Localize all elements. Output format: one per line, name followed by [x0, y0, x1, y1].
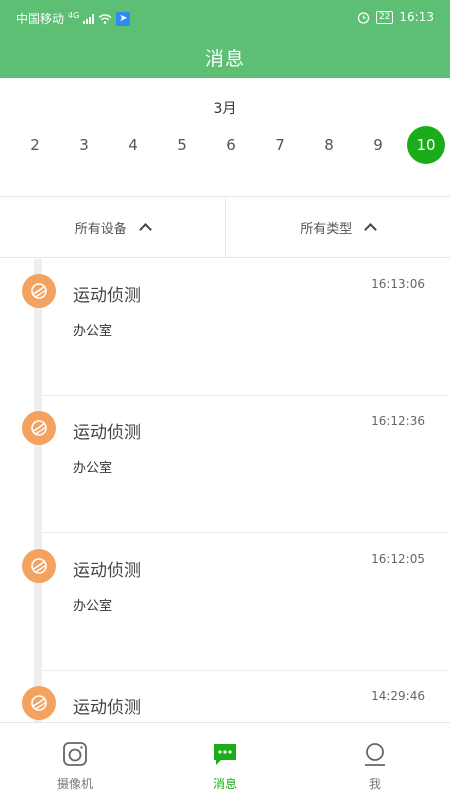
chevron-up-icon [364, 223, 378, 236]
day-7[interactable]: 7 [261, 126, 299, 164]
message-card[interactable]: 运动侦测 16:12:36 办公室 [42, 396, 449, 533]
nav-label-camera: 摄像机 [56, 777, 93, 791]
battery-icon: 22 [375, 10, 394, 24]
device-filter-label: 所有设备 [74, 221, 127, 237]
day-strip: 2 3 4 5 6 7 8 9 10 [10, 126, 450, 166]
page-title: 消息 [204, 48, 245, 70]
status-bar: 中国移动 4G ➤ 22 16:13 [0, 0, 450, 36]
event-location: 办公室 [73, 324, 113, 339]
message-card[interactable]: 运动侦测 16:13:06 办公室 [42, 259, 449, 396]
motion-detect-icon [22, 686, 56, 720]
location-arrow-icon: ➤ [116, 11, 131, 26]
signal-icon [83, 13, 95, 24]
message-card[interactable]: 运动侦测14:29:46办公室 [42, 671, 449, 722]
motion-detect-icon [22, 549, 56, 583]
type-filter-dropdown[interactable]: 所有类型 [224, 197, 450, 257]
day-8[interactable]: 8 [310, 126, 348, 164]
day-5[interactable]: 5 [163, 126, 201, 164]
day-10[interactable]: 10 [407, 126, 445, 164]
top-bar: 中国移动 4G ➤ 22 16:13 消息 [0, 0, 450, 78]
motion-detect-icon [22, 274, 56, 308]
date-selector: 3月 2 3 4 5 6 7 8 9 10 [0, 78, 450, 196]
month-label: 3月 [213, 101, 237, 117]
wifi-icon [98, 13, 112, 24]
day-2[interactable]: 2 [16, 126, 54, 164]
nav-label-me: 我 [368, 777, 381, 791]
status-left: 中国移动 4G ➤ [16, 10, 131, 27]
message-card[interactable]: 运动侦测 16:12:05 办公室 [42, 534, 449, 671]
day-3[interactable]: 3 [65, 126, 103, 164]
status-time: 16:13 [399, 10, 434, 24]
event-time: 14:29:46 [371, 689, 425, 703]
message-icon [214, 744, 236, 765]
camera-icon [63, 742, 87, 766]
day-4[interactable]: 4 [114, 126, 152, 164]
nav-item-me[interactable]: 我 [300, 723, 450, 800]
nav-label-messages: 消息 [212, 777, 237, 791]
status-right: 22 16:13 [357, 10, 434, 24]
event-title: 运动侦测 [73, 286, 141, 306]
event-location: 办公室 [73, 599, 113, 614]
network-type: 4G [68, 11, 80, 20]
device-filter-dropdown[interactable]: 所有设备 [0, 197, 225, 257]
type-filter-label: 所有类型 [300, 221, 353, 237]
carrier-name: 中国移动 [16, 12, 65, 26]
filter-bar: 所有设备 所有类型 [0, 196, 450, 258]
bottom-nav: 摄像机 消息 我 [0, 722, 450, 800]
event-title: 运动侦测 [73, 561, 141, 581]
message-list[interactable]: 运动侦测 16:13:06 办公室 运动侦测 16:12:36 办公室 运动侦测 16:12:… [0, 259, 450, 722]
timeline-line [34, 259, 42, 722]
nav-item-messages[interactable]: 消息 [150, 723, 300, 800]
chevron-up-icon [138, 223, 152, 236]
day-9[interactable]: 9 [359, 126, 397, 164]
event-title: 运动侦测 [73, 698, 141, 718]
nav-item-camera[interactable]: 摄像机 [0, 723, 150, 800]
alarm-icon [357, 11, 370, 24]
event-time: 16:12:36 [371, 414, 425, 428]
motion-detect-icon [22, 411, 56, 445]
profile-icon [365, 743, 385, 766]
day-6[interactable]: 6 [212, 126, 250, 164]
event-location: 办公室 [73, 461, 113, 476]
event-title: 运动侦测 [73, 423, 141, 443]
event-time: 16:12:05 [371, 552, 425, 566]
event-time: 16:13:06 [371, 277, 425, 291]
